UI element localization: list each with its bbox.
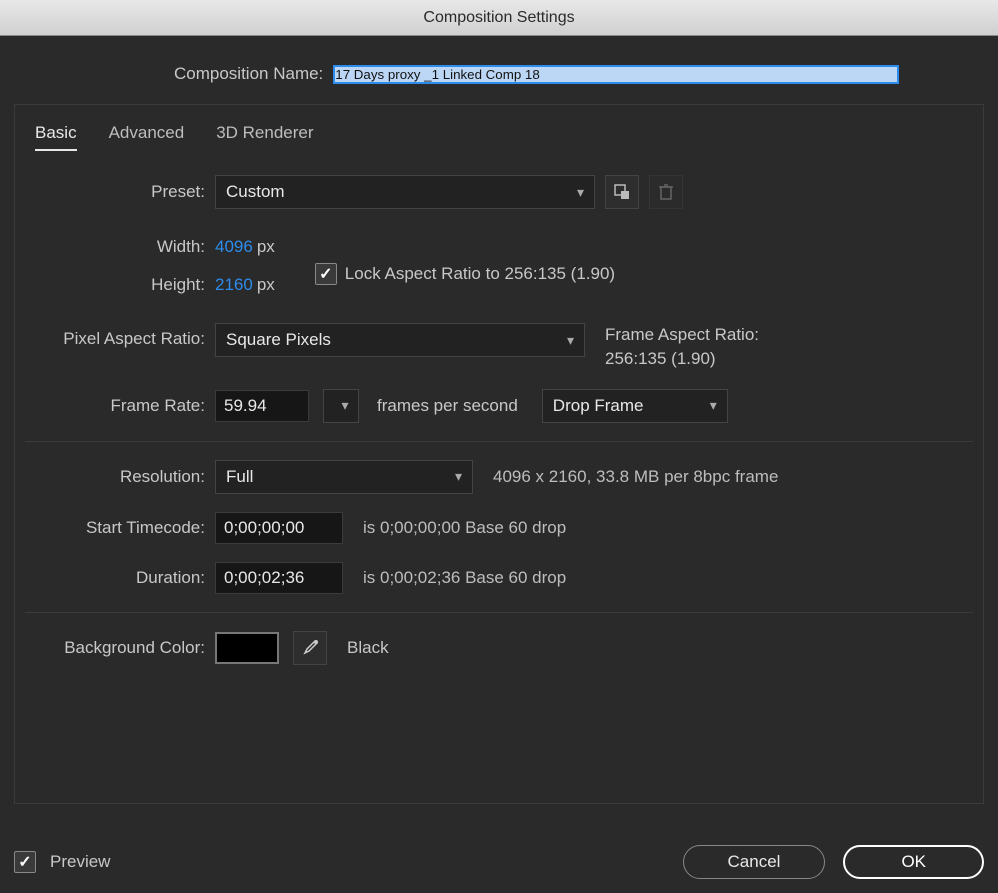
chevron-down-icon: ▾ <box>577 184 584 201</box>
preset-label: Preset: <box>25 182 215 202</box>
start-timecode-input[interactable] <box>215 512 343 544</box>
cancel-button[interactable]: Cancel <box>683 845 826 879</box>
drop-frame-value: Drop Frame <box>553 396 644 416</box>
tab-3d-renderer[interactable]: 3D Renderer <box>216 123 313 151</box>
par-label: Pixel Aspect Ratio: <box>25 323 215 349</box>
tab-advanced[interactable]: Advanced <box>109 123 185 151</box>
height-value[interactable]: 2160 <box>215 275 253 295</box>
tab-basic[interactable]: Basic <box>35 123 77 151</box>
par-value: Square Pixels <box>226 330 331 350</box>
fps-text: frames per second <box>377 396 518 416</box>
bg-color-swatch[interactable] <box>215 632 279 664</box>
duration-info: is 0;00;02;36 Base 60 drop <box>363 568 566 588</box>
settings-panel: Basic Advanced 3D Renderer Preset: Custo… <box>14 104 984 804</box>
divider <box>25 612 973 613</box>
frame-rate-input[interactable] <box>215 390 309 422</box>
preview-checkbox[interactable] <box>14 851 36 873</box>
resolution-select[interactable]: Full ▾ <box>215 460 473 494</box>
width-label: Width: <box>25 237 215 257</box>
frame-rate-toggle[interactable]: ▾ <box>323 389 359 423</box>
preview-label: Preview <box>50 852 110 872</box>
height-label: Height: <box>25 275 215 295</box>
chevron-down-icon: ▾ <box>341 397 348 414</box>
eyedropper-button[interactable] <box>293 631 327 665</box>
resolution-value: Full <box>226 467 253 487</box>
far-value: 256:135 (1.90) <box>605 347 759 371</box>
resolution-info: 4096 x 2160, 33.8 MB per 8bpc frame <box>493 467 778 487</box>
chevron-down-icon: ▾ <box>710 397 717 414</box>
comp-name-input[interactable] <box>333 65 899 84</box>
bg-color-label: Background Color: <box>25 638 215 658</box>
frame-rate-label: Frame Rate: <box>25 396 215 416</box>
chevron-down-icon: ▾ <box>455 468 462 485</box>
bg-color-name: Black <box>347 638 389 658</box>
delete-preset-button <box>649 175 683 209</box>
width-unit: px <box>257 237 275 257</box>
start-timecode-info: is 0;00;00;00 Base 60 drop <box>363 518 566 538</box>
eyedropper-icon <box>301 639 319 657</box>
preset-select[interactable]: Custom ▾ <box>215 175 595 209</box>
duration-input[interactable] <box>215 562 343 594</box>
divider <box>25 441 973 442</box>
par-select[interactable]: Square Pixels ▾ <box>215 323 585 357</box>
save-preset-button[interactable] <box>605 175 639 209</box>
comp-name-label: Composition Name: <box>174 64 323 84</box>
duration-label: Duration: <box>25 568 215 588</box>
ok-button[interactable]: OK <box>843 845 984 879</box>
start-timecode-label: Start Timecode: <box>25 518 215 538</box>
save-preset-icon <box>613 183 631 201</box>
drop-frame-select[interactable]: Drop Frame ▾ <box>542 389 728 423</box>
dialog-title: Composition Settings <box>423 9 574 27</box>
far-label: Frame Aspect Ratio: <box>605 323 759 347</box>
lock-aspect-checkbox[interactable] <box>315 263 337 285</box>
height-unit: px <box>257 275 275 295</box>
resolution-label: Resolution: <box>25 467 215 487</box>
dialog-title-bar: Composition Settings <box>0 0 998 36</box>
lock-aspect-label: Lock Aspect Ratio to 256:135 (1.90) <box>345 264 615 284</box>
preset-value: Custom <box>226 182 285 202</box>
trash-icon <box>658 183 674 201</box>
width-value[interactable]: 4096 <box>215 237 253 257</box>
chevron-down-icon: ▾ <box>567 332 574 349</box>
